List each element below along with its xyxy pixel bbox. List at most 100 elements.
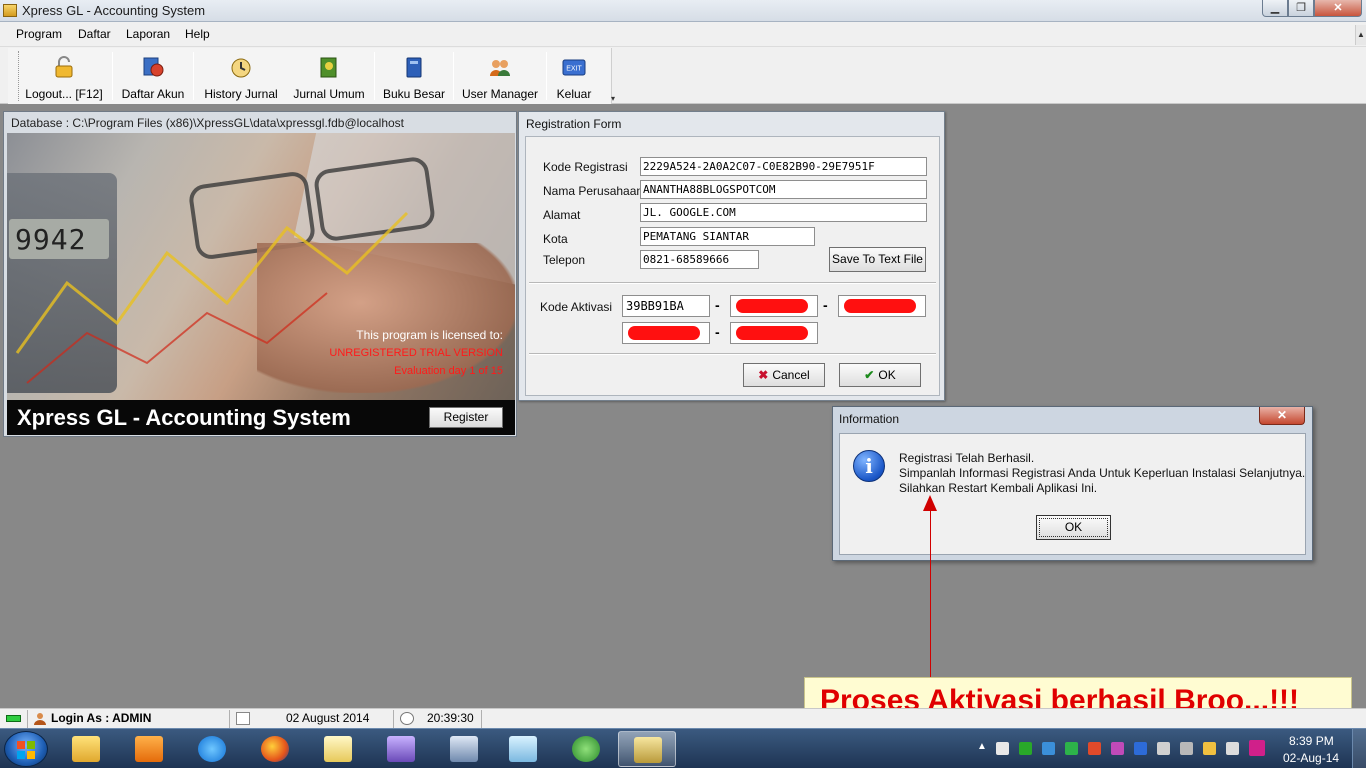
redaction-mark xyxy=(844,299,916,313)
cancel-button[interactable]: ✖ Cancel xyxy=(743,363,825,387)
tray-check-icon[interactable] xyxy=(1019,742,1032,755)
activation-code-field-4[interactable] xyxy=(622,322,710,344)
menu-bar: Program Daftar Laporan Help xyxy=(0,22,1366,47)
activation-code-field-2[interactable] xyxy=(730,295,818,317)
internet-explorer-icon xyxy=(198,736,226,762)
daftar-akun-button[interactable]: Daftar Akun xyxy=(115,50,191,102)
connection-status-icon xyxy=(6,715,21,722)
taskbar-explorer[interactable] xyxy=(57,731,115,767)
splash-window: Database : C:\Program Files (x86)\Xpress… xyxy=(3,111,517,437)
tray-s-icon[interactable] xyxy=(1249,740,1265,756)
windows-logo-icon xyxy=(27,741,35,749)
tray-network-icon[interactable] xyxy=(1042,742,1055,755)
taskbar-network-globe[interactable] xyxy=(557,731,615,767)
cancel-label: Cancel xyxy=(772,368,810,382)
taskbar-media-player[interactable] xyxy=(120,731,178,767)
kode-registrasi-field[interactable]: 2229A524-2A0A2C07-C0E82B90-29E7951F xyxy=(640,157,927,176)
information-icon: i xyxy=(853,450,885,482)
taskbar: ▲ 8:39 PM 02-Aug-14 xyxy=(0,728,1366,768)
windows-logo-icon xyxy=(17,751,25,759)
toolbar-overflow-button[interactable]: ▾ xyxy=(611,94,615,103)
redaction-mark xyxy=(736,326,808,340)
toolbar-separator xyxy=(193,52,194,100)
padlock-icon xyxy=(55,56,73,78)
taskbar-notepad[interactable] xyxy=(309,731,367,767)
windows-logo-icon xyxy=(27,751,35,759)
buku-besar-label: Buku Besar xyxy=(382,87,446,101)
alamat-field[interactable]: JL. GOOGLE.COM xyxy=(640,203,927,222)
license-label: This program is licensed to: xyxy=(356,328,503,342)
tray-device-icon[interactable] xyxy=(1180,742,1193,755)
registration-form-body: Kode Registrasi 2229A524-2A0A2C07-C0E82B… xyxy=(525,136,940,396)
ok-button[interactable]: ✔ OK xyxy=(839,363,921,387)
form-separator xyxy=(529,282,936,284)
menu-program[interactable]: Program xyxy=(16,27,62,41)
taskbar-clock-date[interactable]: 02-Aug-14 xyxy=(1283,751,1339,765)
nama-perusahaan-field[interactable]: ANANTHA88BLOGSPOTCOM xyxy=(640,180,927,199)
user-manager-button[interactable]: User Manager xyxy=(456,50,544,102)
menu-daftar[interactable]: Daftar xyxy=(78,27,111,41)
taskbar-sticky-notes[interactable] xyxy=(494,731,552,767)
sticky-notes-icon xyxy=(509,736,537,762)
tray-security-icon[interactable] xyxy=(1088,742,1101,755)
info-message-line-1: Registrasi Telah Berhasil. xyxy=(899,451,1035,465)
tray-power-icon[interactable] xyxy=(1203,742,1216,755)
keluar-button[interactable]: EXIT Keluar xyxy=(549,50,599,102)
toolbar-panel: Logout... [F12] Daftar Akun History Jurn… xyxy=(8,48,615,104)
taskbar-window-manager[interactable] xyxy=(435,731,493,767)
kota-field[interactable]: PEMATANG SIANTAR xyxy=(640,227,815,246)
accounts-globe-icon xyxy=(143,57,164,77)
taskbar-firefox[interactable] xyxy=(246,731,304,767)
journal-book-icon xyxy=(320,57,337,78)
notepad-icon xyxy=(324,736,352,762)
kode-aktivasi-label: Kode Aktivasi xyxy=(540,300,613,314)
volume-icon[interactable] xyxy=(1226,742,1239,755)
bluetooth-icon[interactable] xyxy=(1134,742,1147,755)
taskbar-clock-time[interactable]: 8:39 PM xyxy=(1289,734,1334,748)
tray-expand-button[interactable]: ▲ xyxy=(977,741,987,752)
taskbar-internet-explorer[interactable] xyxy=(183,731,241,767)
status-time: 20:39:30 xyxy=(427,711,474,725)
tray-flag-icon[interactable] xyxy=(996,742,1009,755)
cancel-x-icon: ✖ xyxy=(758,368,769,382)
start-button[interactable] xyxy=(4,731,48,767)
telepon-label: Telepon xyxy=(543,253,586,267)
taskbar-xpress-gl[interactable] xyxy=(618,731,676,767)
annotation-arrow-head xyxy=(923,495,937,511)
information-close-button[interactable]: ✕ xyxy=(1259,407,1305,425)
exit-icon-text: EXIT xyxy=(566,66,582,73)
close-button[interactable]: ✕ xyxy=(1314,0,1362,17)
window-title: Xpress GL - Accounting System xyxy=(22,3,206,18)
menu-help[interactable]: Help xyxy=(185,27,210,41)
toolbar-separator xyxy=(546,52,547,100)
telepon-field[interactable]: 0821-68589666 xyxy=(640,250,759,269)
maximize-button[interactable]: ❐ xyxy=(1288,0,1314,17)
activation-code-field-1[interactable]: 39BB91BA xyxy=(622,295,710,317)
media-player-icon xyxy=(135,736,163,762)
activation-code-field-5[interactable] xyxy=(730,322,818,344)
menu-scroll-button[interactable]: ▲ xyxy=(1355,25,1366,45)
logout-button[interactable]: Logout... [F12] xyxy=(16,50,112,102)
presentation-icon xyxy=(387,736,415,762)
menu-laporan[interactable]: Laporan xyxy=(126,27,170,41)
jurnal-umum-button[interactable]: Jurnal Umum xyxy=(288,50,370,102)
information-ok-button[interactable]: OK xyxy=(1036,515,1111,540)
tray-update-icon[interactable] xyxy=(1065,742,1078,755)
save-to-text-file-button[interactable]: Save To Text File xyxy=(829,247,926,272)
register-button[interactable]: Register xyxy=(429,407,503,428)
windows-logo-icon xyxy=(17,741,25,749)
info-message-line-2: Simpanlah Informasi Registrasi Anda Untu… xyxy=(899,466,1306,480)
taskbar-presentation[interactable] xyxy=(372,731,430,767)
show-desktop-button[interactable] xyxy=(1352,729,1366,768)
minimize-button[interactable]: ▁ xyxy=(1262,0,1288,17)
buku-besar-button[interactable]: Buku Besar xyxy=(377,50,451,102)
splash-database-path: Database : C:\Program Files (x86)\Xpress… xyxy=(11,116,405,130)
ledger-book-icon xyxy=(406,57,422,78)
tray-display-icon[interactable] xyxy=(1157,742,1170,755)
ok-label: OK xyxy=(878,368,896,382)
nama-perusahaan-label: Nama Perusahaan xyxy=(543,184,644,198)
history-jurnal-button[interactable]: History Jurnal xyxy=(196,50,286,102)
tray-app-icon[interactable] xyxy=(1111,742,1124,755)
activation-code-field-3[interactable] xyxy=(838,295,926,317)
information-dialog-title: Information xyxy=(839,412,900,426)
